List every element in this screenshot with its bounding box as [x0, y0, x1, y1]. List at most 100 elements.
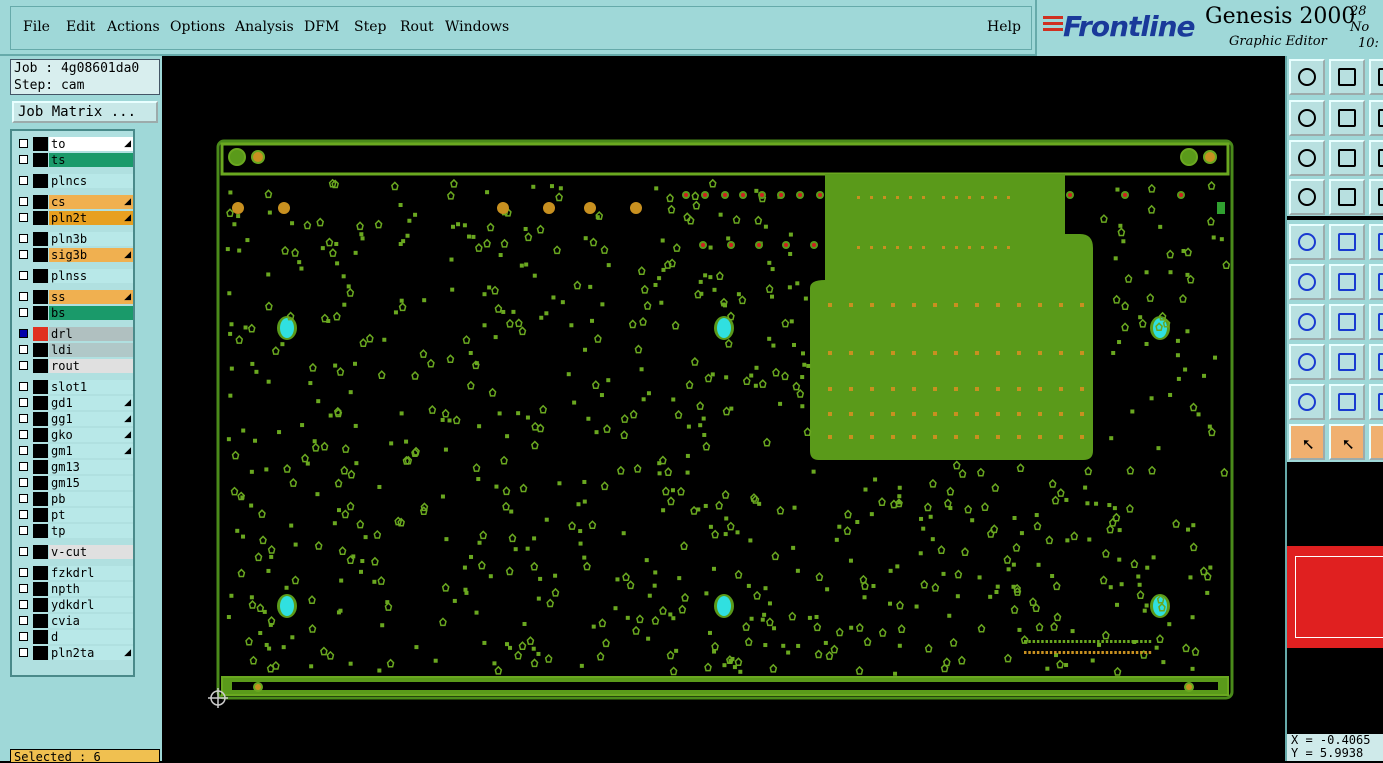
layer-row-plncs[interactable]: plncs — [16, 174, 133, 188]
layer-flag[interactable] — [33, 248, 48, 262]
layer-flag[interactable] — [33, 428, 48, 442]
overview-preview[interactable] — [1287, 546, 1383, 648]
menu-step[interactable]: Step — [354, 19, 386, 35]
menu-windows[interactable]: Windows — [445, 19, 509, 35]
layer-checkbox[interactable] — [19, 271, 28, 280]
layer-flag[interactable] — [33, 598, 48, 612]
shape-button[interactable] — [1369, 384, 1383, 420]
layer-name[interactable]: gg1 — [49, 412, 133, 426]
layer-row-pt[interactable]: pt — [16, 508, 133, 522]
layer-row-ydkdrl[interactable]: ydkdrl — [16, 598, 133, 612]
layer-name[interactable]: pt — [49, 508, 133, 522]
delete-button[interactable] — [1329, 264, 1365, 300]
layer-row-gm1[interactable]: gm1 ◢ — [16, 444, 133, 458]
layer-name[interactable]: plnss — [49, 269, 133, 283]
layer-flag[interactable] — [33, 508, 48, 522]
split-button[interactable] — [1329, 344, 1365, 380]
layer-flag[interactable] — [33, 582, 48, 596]
layer-row-v-cut[interactable]: v-cut — [16, 545, 133, 559]
layer-row-d[interactable]: d — [16, 630, 133, 644]
pan-button[interactable] — [1329, 140, 1365, 176]
menu-actions[interactable]: Actions — [107, 19, 160, 35]
work-layer-arrow-icon[interactable] — [33, 327, 48, 341]
menu-file[interactable]: File — [23, 19, 50, 35]
layer-flag[interactable] — [33, 290, 48, 304]
layer-row-ts[interactable]: ts — [16, 153, 133, 167]
menu-edit[interactable]: Edit — [66, 19, 95, 35]
menu-help[interactable]: Help — [987, 19, 1021, 35]
layer-checkbox[interactable] — [19, 446, 28, 455]
layer-flag[interactable] — [33, 343, 48, 357]
layer-name[interactable]: pln2t — [49, 211, 133, 225]
move-button[interactable] — [1369, 264, 1383, 300]
layer-checkbox[interactable] — [19, 584, 28, 593]
layer-name[interactable]: sig3b — [49, 248, 133, 262]
layer-row-drl[interactable]: drl — [16, 327, 133, 341]
layer-name[interactable]: npth — [49, 582, 133, 596]
layer-row-to[interactable]: to ◢ — [16, 137, 133, 151]
redo-view-button[interactable] — [1369, 140, 1383, 176]
layer-name[interactable]: cs — [49, 195, 133, 209]
layer-flag[interactable] — [33, 396, 48, 410]
layer-flag[interactable] — [33, 492, 48, 506]
layer-flag[interactable] — [33, 232, 48, 246]
layer-checkbox[interactable] — [19, 197, 28, 206]
home-button[interactable] — [1369, 59, 1383, 95]
layer-flag[interactable] — [33, 380, 48, 394]
layer-checkbox[interactable] — [19, 526, 28, 535]
layer-name[interactable]: ydkdrl — [49, 598, 133, 612]
layer-row-pln2t[interactable]: pln2t ◢ — [16, 211, 133, 225]
layer-checkbox[interactable] — [19, 361, 28, 370]
layer-checkbox[interactable] — [19, 398, 28, 407]
pad-to-line-button[interactable] — [1289, 344, 1325, 380]
layer-checkbox[interactable] — [19, 308, 28, 317]
layer-name[interactable]: bs — [49, 306, 133, 320]
open-step-button[interactable] — [1289, 59, 1325, 95]
layer-flag[interactable] — [33, 359, 48, 373]
layer-row-cvia[interactable]: cvia — [16, 614, 133, 628]
rotate-button[interactable]: ➚ — [1369, 424, 1383, 460]
layer-name[interactable]: ldi — [49, 343, 133, 357]
job-matrix-button[interactable]: Job Matrix ... — [12, 101, 158, 123]
layer-row-pln2ta[interactable]: pln2ta ◢ — [16, 646, 133, 660]
snap-button[interactable] — [1369, 179, 1383, 215]
layer-checkbox[interactable] — [19, 648, 28, 657]
layer-row-bs[interactable]: bs — [16, 306, 133, 320]
layer-row-gd1[interactable]: gd1 ◢ — [16, 396, 133, 410]
grid-button[interactable] — [1329, 179, 1365, 215]
layer-name[interactable]: ss — [49, 290, 133, 304]
layer-flag[interactable] — [33, 476, 48, 490]
layer-checkbox[interactable] — [19, 250, 28, 259]
fit-all-button[interactable] — [1289, 140, 1325, 176]
layer-checkbox[interactable] — [19, 176, 28, 185]
menu-dfm[interactable]: DFM — [304, 19, 339, 35]
layer-row-ss[interactable]: ss ◢ — [16, 290, 133, 304]
menu-rout[interactable]: Rout — [400, 19, 434, 35]
layer-name[interactable]: tp — [49, 524, 133, 538]
zoom-next-button[interactable] — [1329, 100, 1365, 136]
layer-flag[interactable] — [33, 195, 48, 209]
layer-checkbox[interactable] — [19, 478, 28, 487]
layer-name[interactable]: to — [49, 137, 133, 151]
add-text-button[interactable] — [1369, 224, 1383, 260]
layer-name[interactable]: gm1 — [49, 444, 133, 458]
layer-row-fzkdrl[interactable]: fzkdrl — [16, 566, 133, 580]
layer-checkbox[interactable] — [19, 510, 28, 519]
layer-checkbox[interactable] — [19, 462, 28, 471]
layer-row-ldi[interactable]: ldi — [16, 343, 133, 357]
layer-row-pln3b[interactable]: pln3b — [16, 232, 133, 246]
layer-name[interactable]: pb — [49, 492, 133, 506]
dimension-button[interactable] — [1369, 344, 1383, 380]
layer-row-rout[interactable]: rout — [16, 359, 133, 373]
layer-flag[interactable] — [33, 412, 48, 426]
select-button[interactable]: ➚ — [1289, 424, 1325, 460]
layer-name[interactable]: slot1 — [49, 380, 133, 394]
layer-flag[interactable] — [33, 306, 48, 320]
layer-checkbox[interactable] — [19, 213, 28, 222]
layer-checkbox[interactable] — [19, 430, 28, 439]
layer-checkbox[interactable] — [19, 382, 28, 391]
layer-row-sig3b[interactable]: sig3b ◢ — [16, 248, 133, 262]
layer-row-tp[interactable]: tp — [16, 524, 133, 538]
layer-flag[interactable] — [33, 460, 48, 474]
layer-checkbox[interactable] — [19, 547, 28, 556]
